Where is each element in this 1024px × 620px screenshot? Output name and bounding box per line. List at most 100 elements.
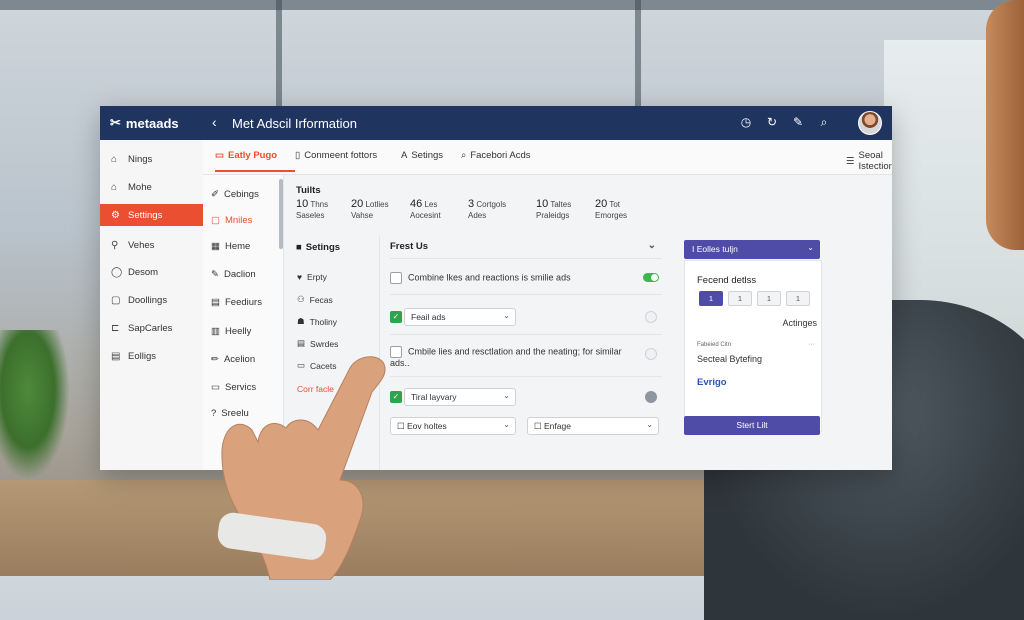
top-icons: ◷ ↻ ✎ ⌕ [738, 115, 832, 130]
sub-item-servics[interactable]: ▭ Servics [211, 382, 256, 393]
stat-item: 10 Taltes Praleidgs [536, 199, 571, 221]
stat-item: 20 Lotlies Vahse [351, 199, 389, 221]
select-value: ☐ Enfage [534, 421, 571, 431]
tab-label: Conmeent fottors [304, 150, 378, 161]
card-small-label: Fabeied Citn [697, 342, 732, 348]
sidebar-item-eolligs[interactable]: ▤ Eolligs [100, 345, 203, 367]
sub-item-feediurs[interactable]: ▤ Feediurs [211, 297, 262, 308]
sidebar-item-label: Vehes [128, 239, 155, 251]
page-button[interactable]: 1 [786, 291, 810, 306]
sidebar-item-mohe[interactable]: ⌂ Mohe [100, 176, 203, 198]
divider [390, 376, 662, 377]
pen-icon: ✐ [211, 189, 219, 200]
stat-value: 3 [468, 198, 475, 210]
eov-holtes-select[interactable]: ☐ Eov holtes ⌄ [390, 417, 516, 435]
sub-nav: ✐ Cebings ▢ Mniles ▦ Heme ✎ Daclion ▤ Feediur… [203, 175, 284, 470]
sidebar-item-desom[interactable]: ◯ Desom [100, 261, 203, 283]
checkbox[interactable] [390, 346, 402, 358]
sub-item-daclion[interactable]: ✎ Daclion [211, 269, 256, 280]
sub-item-label: Acelion [223, 354, 256, 365]
settings-item-label: Tholiny [309, 316, 338, 327]
panel-header[interactable]: Frest Us ⌄ [390, 240, 660, 252]
stat-label: Emorges [595, 211, 628, 220]
sub-item-label: Cebings [223, 189, 259, 200]
tab-seoal-istections[interactable]: ☰Seoal Istections [846, 150, 892, 172]
radio-button[interactable] [645, 348, 657, 360]
back-icon[interactable]: ‹ [212, 114, 217, 130]
select-value: Feail ads [411, 312, 446, 322]
stat-value: 10 [536, 198, 549, 210]
sidebar-item-label: Desom [128, 266, 159, 278]
page-button[interactable]: 1 [757, 291, 781, 306]
stat-value: 46 [410, 198, 423, 210]
search-icon[interactable]: ⌕ [816, 115, 832, 130]
sub-item-cebings[interactable]: ✐ Cebings [211, 189, 259, 200]
tab-conmeent-fottors[interactable]: ▯ Conmeent fottors [295, 150, 377, 161]
avatar[interactable] [858, 111, 882, 135]
eolles-dropdown[interactable]: I Eolles tuljn ⌄ [684, 240, 820, 259]
settings-item-fecas[interactable]: ⚇ Fecas [297, 294, 333, 305]
sidebar-item-sapcarles[interactable]: ⊏ SapCarles [100, 317, 203, 339]
actions-link[interactable]: Actinges [782, 318, 817, 328]
settings-link[interactable]: Corr facle [297, 384, 334, 394]
sidebar-item-label: Mohe [128, 181, 152, 193]
clock-icon[interactable]: ◷ [738, 115, 754, 130]
help-icon: ? [211, 408, 217, 419]
feail-ads-select[interactable]: Feail ads ⌄ [404, 308, 516, 326]
sub-item-acelion[interactable]: ✏ Acelion [211, 354, 255, 365]
chat-icon: ◯ [111, 266, 123, 278]
start-button[interactable]: Stert Lilt [684, 416, 820, 435]
settings-item-tholiny[interactable]: ☗ Tholiny [297, 316, 337, 327]
settings-title: Setings [305, 242, 341, 253]
stat-unit: Tot [609, 200, 620, 209]
sub-item-heelly[interactable]: ▥ Heelly [211, 326, 251, 337]
person-face [986, 0, 1024, 250]
heart-icon: ♥ [297, 272, 303, 282]
pager: 1 1 1 1 [699, 291, 810, 306]
sidebar-item-nings[interactable]: ⌂ Nings [100, 148, 203, 170]
sidebar-item-settings[interactable]: ⚙ Settings [100, 204, 206, 226]
stat-item: 46 Les Aocesint [410, 199, 441, 221]
evrigo-link[interactable]: Evrigo [697, 377, 727, 388]
tab-facebori-acds[interactable]: ⌕ Facebori Acds [461, 150, 531, 161]
edit-icon[interactable]: ✎ [790, 115, 806, 130]
card-label: Secteal Bytefing [697, 354, 763, 364]
settings-item-cacets[interactable]: ▭ Cacets [297, 360, 337, 371]
checkbox[interactable] [390, 272, 402, 284]
home-alt-icon: ⌂ [111, 181, 118, 193]
panel-title: Frest Us [390, 241, 429, 252]
settings-item-erpty[interactable]: ♥ Erpty [297, 272, 327, 282]
stat-unit: Les [424, 200, 438, 209]
checkbox-checked[interactable]: ✓ [390, 391, 402, 403]
settings-item-label: Swrdes [310, 338, 339, 349]
tiral-layvary-select[interactable]: Tiral layvary ⌄ [404, 388, 516, 406]
sidebar-item-doollings[interactable]: ▢ Doollings [100, 289, 203, 311]
page-button[interactable]: 1 [728, 291, 752, 306]
main-panel: Frest Us ⌄ Combine lkes and reactions is… [384, 236, 662, 470]
page-button[interactable]: 1 [699, 291, 723, 306]
sub-item-heme[interactable]: ▦ Heme [211, 241, 250, 252]
sub-item-label: Heme [224, 241, 251, 252]
chevron-down-icon[interactable]: ⌄ [648, 240, 656, 251]
card-title: Fecend detlss [697, 275, 757, 286]
scrollbar[interactable] [279, 179, 283, 249]
top-bar: ✂ metaads ‹ Met Adscil Irformation ◷ ↻ ✎… [100, 106, 892, 140]
enfage-select[interactable]: ☐ Enfage ⌄ [527, 417, 659, 435]
settings-item-swrdes[interactable]: ▤ Swrdes [297, 338, 338, 349]
home-icon: ⌂ [111, 153, 118, 165]
tab-label: Facebori Acds [470, 150, 531, 161]
sub-item-sreelu[interactable]: ? Sreelu [211, 408, 249, 419]
checkbox-checked[interactable]: ✓ [390, 311, 402, 323]
chevron-down-icon: ⌄ [807, 243, 814, 252]
logo[interactable]: ✂ metaads [110, 115, 179, 131]
more-icon[interactable]: ··· [808, 341, 815, 348]
history-icon[interactable]: ↻ [764, 115, 780, 130]
select-text: Eov holtes [406, 421, 447, 431]
radio-button[interactable] [645, 311, 657, 323]
radio-button-selected[interactable] [645, 391, 657, 403]
tab-eatly-pugo[interactable]: ▭ Eatly Pugo [215, 150, 295, 172]
tab-setings[interactable]: A Setings [401, 150, 443, 161]
sidebar-item-vehes[interactable]: ⚲ Vehes [100, 234, 203, 256]
sub-item-mniles[interactable]: ▢ Mniles [211, 215, 252, 226]
toggle-switch[interactable] [643, 273, 659, 282]
